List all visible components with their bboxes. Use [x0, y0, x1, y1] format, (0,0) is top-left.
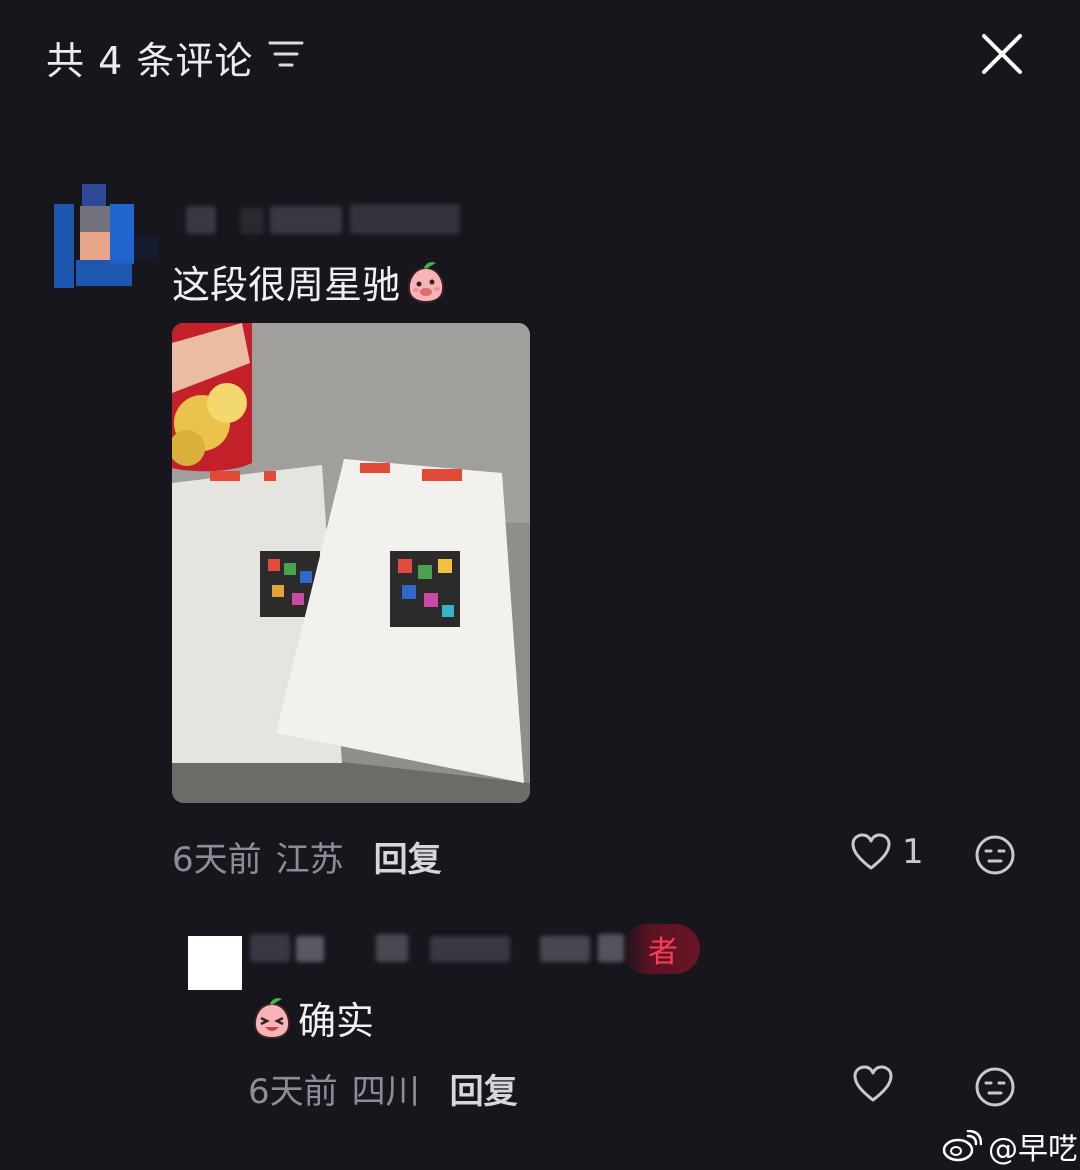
- reply-reply-button[interactable]: 回复: [450, 1064, 518, 1113]
- close-icon[interactable]: [980, 32, 1024, 76]
- heart-icon: [851, 833, 891, 870]
- comment-text: 这段很周星驰: [172, 254, 448, 309]
- peach-emoji-icon: [407, 261, 445, 303]
- like-count: 1: [902, 832, 924, 872]
- author-badge: 者: [622, 924, 700, 974]
- avatar[interactable]: [52, 180, 164, 292]
- heart-icon[interactable]: [852, 1064, 894, 1104]
- reply-body: 确实: [298, 999, 375, 1043]
- like-button[interactable]: 1: [850, 832, 924, 872]
- watermark-text: @早呓: [988, 1132, 1078, 1167]
- comment-count-title: 共 4 条评论: [46, 39, 254, 83]
- sort-filter-icon[interactable]: [268, 38, 304, 70]
- weibo-logo-icon: [942, 1130, 982, 1162]
- face-reaction-icon[interactable]: [974, 834, 1016, 876]
- comments-header: 共 4 条评论: [0, 0, 1080, 110]
- comment-meta: 6天前 江苏 回复: [172, 832, 442, 881]
- comment-body: 这段很周星驰: [172, 263, 401, 307]
- face-reaction-icon[interactable]: [974, 1066, 1016, 1108]
- comment-photo-tickets[interactable]: [172, 323, 530, 803]
- peach-laughing-emoji-icon: [253, 997, 291, 1039]
- reply-location: 四川: [351, 1072, 420, 1112]
- reply-time: 6天前: [248, 1072, 338, 1112]
- comment-time: 6天前: [172, 840, 262, 880]
- reply-comment-text: 确实: [250, 990, 374, 1045]
- reply-button[interactable]: 回复: [374, 832, 442, 881]
- watermark: @早呓: [942, 1124, 1078, 1168]
- reply-avatar[interactable]: [188, 936, 242, 990]
- comment-location: 江苏: [275, 840, 344, 880]
- reply-meta: 6天前 四川 回复: [248, 1064, 518, 1113]
